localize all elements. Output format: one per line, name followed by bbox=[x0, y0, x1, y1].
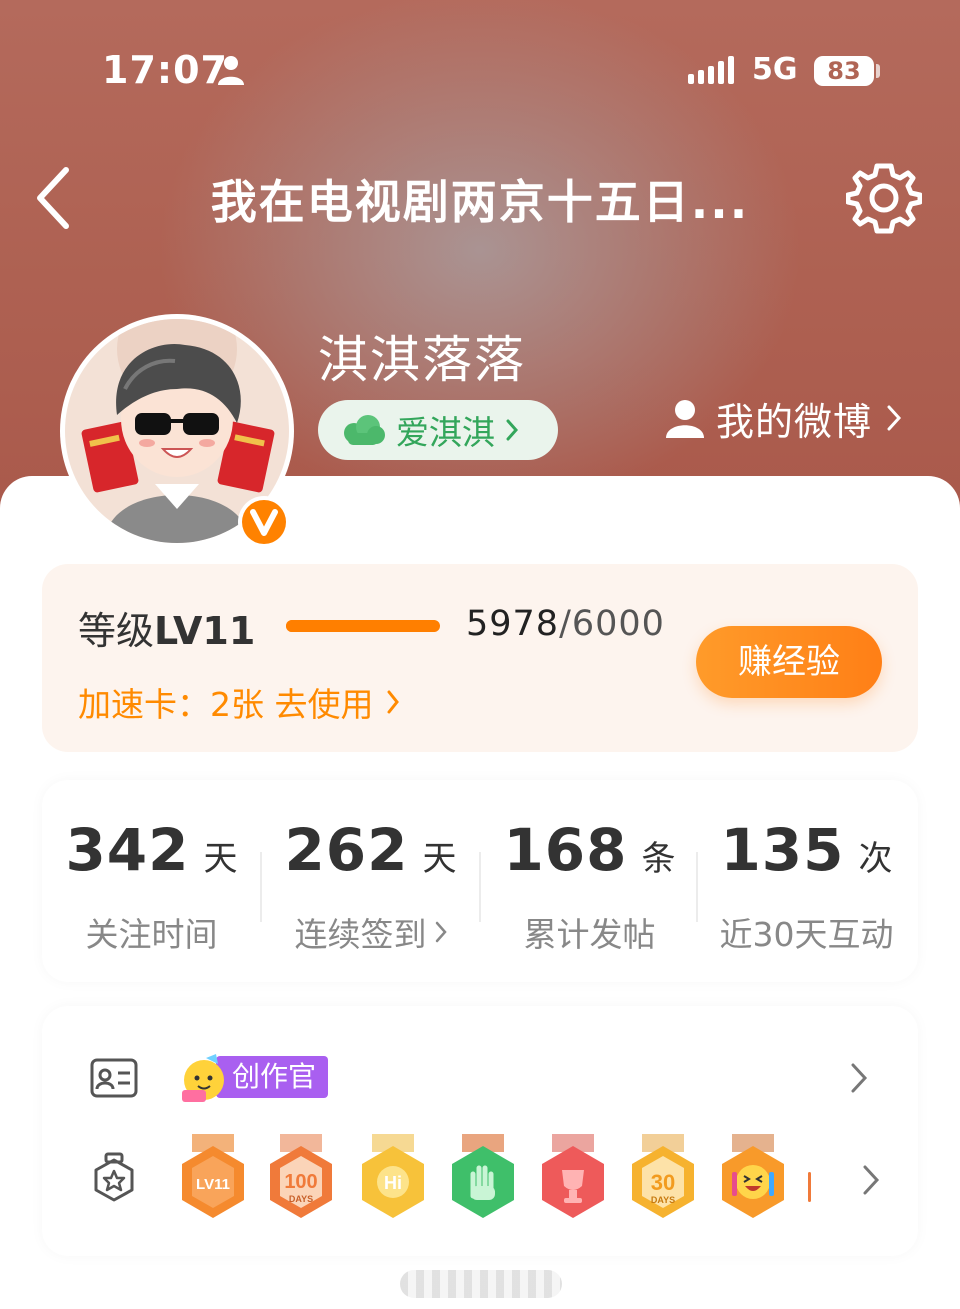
stat-value: 342 bbox=[65, 816, 190, 884]
level-value: LV11 bbox=[154, 609, 256, 653]
status-bar: 17:07 5G 83 bbox=[0, 40, 960, 104]
30-days-medal-icon[interactable]: 30 DAYS bbox=[628, 1134, 698, 1220]
stat-value: 168 bbox=[503, 816, 628, 884]
level-card: 等级LV11 5978/6000 加速卡：2张 去使用 赚经验 bbox=[42, 564, 918, 752]
page-title: 我在电视剧两京十五日... bbox=[210, 175, 750, 229]
creator-badge-label: 创作官 bbox=[216, 1056, 328, 1098]
battery-tip bbox=[876, 64, 880, 78]
stat-unit: 天 bbox=[203, 839, 238, 879]
chevron-right-icon bbox=[506, 419, 519, 441]
svg-text:30: 30 bbox=[651, 1170, 675, 1195]
chevron-right-icon[interactable] bbox=[862, 1164, 880, 1196]
earn-experience-button[interactable]: 赚经验 bbox=[696, 626, 882, 698]
chevron-right-icon bbox=[887, 405, 902, 431]
hand-medal-icon[interactable] bbox=[448, 1134, 518, 1220]
home-indicator bbox=[400, 1270, 562, 1298]
level-label: 等级LV11 bbox=[78, 600, 255, 655]
level-label-prefix: 等级 bbox=[78, 609, 155, 653]
verified-v-badge-icon bbox=[238, 496, 290, 548]
fan-tag-label: 爱淇淇 bbox=[396, 413, 495, 452]
signal-icon bbox=[688, 56, 734, 84]
back-arrow-icon[interactable] bbox=[28, 160, 84, 236]
creator-badge[interactable]: 创作官 bbox=[176, 1052, 328, 1106]
svg-text:DAYS: DAYS bbox=[289, 1194, 313, 1204]
svg-text:DAYS: DAYS bbox=[651, 1195, 675, 1205]
creator-mascot-icon bbox=[182, 1054, 224, 1102]
my-weibo-label: 我的微博 bbox=[716, 399, 873, 444]
stat-checkin-streak[interactable]: 262 天 连续签到 bbox=[261, 780, 480, 982]
my-weibo-link[interactable]: 我的微博 bbox=[664, 390, 902, 446]
stat-value: 262 bbox=[284, 816, 409, 884]
lv11-medal-icon[interactable]: LV11 bbox=[178, 1134, 248, 1220]
stat-interactions-30d: 135 次 近30天互动 bbox=[697, 780, 916, 982]
network-type: 5G bbox=[752, 52, 798, 87]
user-icon bbox=[666, 400, 704, 438]
medal-icon bbox=[94, 1152, 134, 1202]
speed-card-label: 加速卡：2张 去使用 bbox=[78, 685, 374, 724]
stat-unit: 次 bbox=[858, 839, 893, 879]
id-card-icon bbox=[90, 1058, 138, 1098]
speed-card-link[interactable]: 加速卡：2张 去使用 bbox=[78, 678, 400, 726]
fan-tag-button[interactable]: 爱淇淇 bbox=[318, 400, 558, 460]
chevron-right-icon bbox=[387, 690, 399, 714]
cloud-icon bbox=[344, 415, 385, 445]
battery-level: 83 bbox=[814, 56, 874, 86]
level-points-max: 6000 bbox=[571, 604, 665, 644]
level-points-current: 5978 bbox=[466, 604, 560, 644]
stat-caption: 连续签到 bbox=[294, 915, 427, 954]
laugh-emoji-medal-icon[interactable] bbox=[718, 1134, 788, 1220]
stat-follow-duration: 342 天 关注时间 bbox=[42, 780, 261, 982]
badges-panel: 创作官 LV11 100 DAYS Hi 30 DAYS bbox=[42, 1006, 918, 1256]
chevron-right-icon[interactable] bbox=[850, 1062, 868, 1094]
svg-text:LV11: LV11 bbox=[196, 1176, 230, 1193]
100-days-medal-icon[interactable]: 100 DAYS bbox=[266, 1134, 336, 1220]
stat-value: 135 bbox=[720, 816, 845, 884]
level-progress-bar bbox=[286, 620, 440, 632]
stats-panel: 342 天 关注时间 262 天 连续签到 168 条 累计发帖 135 次 近30天互… bbox=[42, 780, 918, 982]
gear-icon[interactable] bbox=[846, 160, 922, 236]
stat-caption: 关注时间 bbox=[85, 915, 218, 954]
chevron-right-icon bbox=[435, 921, 447, 943]
person-status-icon bbox=[218, 56, 244, 85]
svg-text:100: 100 bbox=[284, 1171, 317, 1193]
level-progress-fill bbox=[286, 620, 440, 632]
status-time: 17:07 bbox=[102, 48, 228, 92]
stat-caption: 近30天互动 bbox=[719, 915, 894, 954]
svg-text:Hi: Hi bbox=[384, 1173, 402, 1193]
user-nickname: 淇淇落落 bbox=[318, 331, 526, 389]
stat-caption: 累计发帖 bbox=[523, 915, 656, 954]
level-points: 5978/6000 bbox=[466, 604, 665, 644]
stat-unit: 天 bbox=[422, 839, 457, 879]
trophy-medal-icon[interactable] bbox=[538, 1134, 608, 1220]
hi-medal-icon[interactable]: Hi bbox=[358, 1134, 428, 1220]
medal-overflow-edge bbox=[808, 1172, 811, 1202]
level-points-separator: / bbox=[559, 604, 572, 644]
stat-total-posts: 168 条 累计发帖 bbox=[480, 780, 699, 982]
stat-unit: 条 bbox=[641, 839, 676, 879]
